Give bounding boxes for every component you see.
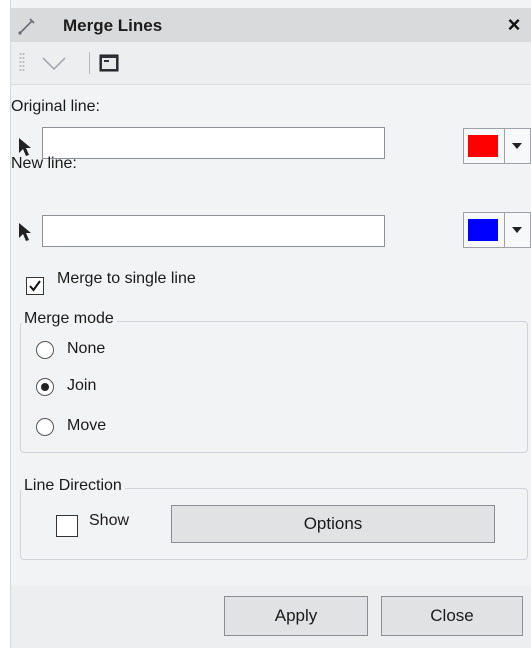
line-edit-icon: [18, 18, 35, 35]
pointer-arrow-icon[interactable]: [17, 222, 33, 242]
close-icon[interactable]: ×: [502, 12, 526, 38]
radio-join-label[interactable]: Join: [67, 377, 96, 395]
new-line-color-picker[interactable]: [463, 212, 531, 248]
new-line-label: New line:: [11, 155, 77, 172]
original-line-color-swatch: [468, 135, 498, 157]
color-picker-divider: [504, 129, 505, 163]
radio-move-label[interactable]: Move: [67, 417, 106, 435]
new-line-input[interactable]: [42, 215, 385, 247]
show-direction-label[interactable]: Show: [89, 512, 129, 530]
chevron-down-icon[interactable]: [39, 52, 69, 74]
grip-icon[interactable]: [19, 52, 25, 74]
original-line-input[interactable]: [42, 127, 385, 159]
options-button[interactable]: Options: [171, 505, 495, 543]
radio-join[interactable]: [36, 378, 54, 396]
toolbar-separator: [89, 52, 90, 74]
original-line-color-picker[interactable]: [463, 128, 531, 164]
pointer-arrow-icon[interactable]: [17, 137, 33, 157]
console-icon[interactable]: [99, 54, 119, 72]
chevron-down-icon[interactable]: [509, 138, 525, 154]
show-direction-checkbox[interactable]: [56, 515, 78, 537]
merge-lines-panel: Merge Lines × Original line: New line: M…: [10, 0, 531, 648]
radio-none-label[interactable]: None: [67, 340, 105, 358]
close-button[interactable]: Close: [381, 596, 523, 636]
merge-mode-title: Merge mode: [21, 310, 117, 328]
color-picker-divider: [504, 213, 505, 247]
radio-dot: [41, 383, 49, 391]
radio-move[interactable]: [36, 418, 54, 436]
line-direction-title: Line Direction: [21, 477, 125, 495]
checkmark-icon: [29, 280, 41, 292]
toolbar: [11, 42, 531, 85]
chevron-down-icon[interactable]: [509, 222, 525, 238]
window-title: Merge Lines: [63, 16, 163, 35]
radio-none[interactable]: [36, 341, 54, 359]
original-line-label: Original line:: [11, 98, 100, 115]
new-line-color-swatch: [468, 219, 498, 241]
apply-button[interactable]: Apply: [224, 596, 368, 636]
merge-single-label[interactable]: Merge to single line: [57, 270, 196, 288]
title-bar: Merge Lines ×: [11, 8, 531, 42]
merge-single-checkbox[interactable]: [26, 277, 44, 295]
